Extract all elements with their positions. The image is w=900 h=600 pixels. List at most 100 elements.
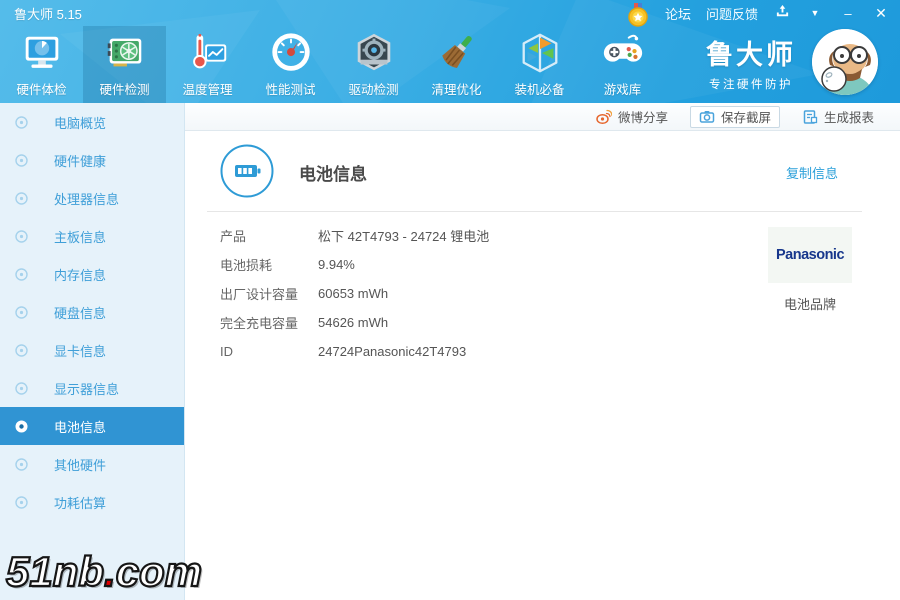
radio-bullet-icon bbox=[15, 305, 28, 319]
sidebar: 电脑概览 硬件健康 处理器信息 主板信息 内存信息 硬盘信息 显卡信息 显示器信… bbox=[0, 103, 185, 600]
generate-report-button[interactable]: 生成报表 bbox=[794, 106, 882, 128]
close-button[interactable]: ✕ bbox=[872, 5, 890, 22]
sidebar-item-processor[interactable]: 处理器信息 bbox=[0, 179, 184, 217]
sidebar-item-label: 内存信息 bbox=[54, 267, 107, 283]
tab-label: 驱动检测 bbox=[348, 83, 399, 97]
app-window: 鲁大师 5.15 论坛 问题反馈 ▼ – ✕ 硬件体检 硬件检测 温度管理 性能… bbox=[0, 0, 900, 600]
battery-brand-caption: 电池品牌 bbox=[783, 297, 836, 312]
sidebar-item-other-hardware[interactable]: 其他硬件 bbox=[0, 445, 184, 483]
table-row: 完全充电容量 54626 mWh bbox=[220, 308, 489, 337]
sidebar-item-computer-overview[interactable]: 电脑概览 bbox=[0, 103, 184, 141]
battery-brand-logo: Panasonic bbox=[768, 227, 852, 283]
radio-bullet-icon-active bbox=[15, 420, 28, 433]
titlebar: 鲁大师 5.15 论坛 问题反馈 ▼ – ✕ bbox=[0, 0, 900, 27]
row-label: 完全充电容量 bbox=[220, 316, 299, 331]
tab-driver[interactable]: 驱动检测 bbox=[332, 26, 415, 103]
radio-bullet-icon bbox=[15, 343, 28, 357]
sidebar-item-label: 电脑概览 bbox=[54, 115, 107, 131]
tab-label: 硬件检测 bbox=[99, 83, 150, 97]
sidebar-item-hardware-health[interactable]: 硬件健康 bbox=[0, 141, 184, 179]
tab-hardware-checkup[interactable]: 硬件体检 bbox=[0, 26, 83, 103]
minimize-button[interactable]: – bbox=[839, 6, 857, 21]
share-upload-icon[interactable] bbox=[773, 4, 791, 22]
radio-bullet-icon bbox=[15, 115, 28, 129]
medal-icon[interactable] bbox=[626, 3, 650, 27]
menu-caret-icon[interactable]: ▼ bbox=[806, 8, 824, 18]
radio-bullet-icon bbox=[15, 495, 28, 509]
sidebar-item-battery[interactable]: 电池信息 bbox=[0, 407, 184, 445]
section-title: 电池信息 bbox=[299, 165, 367, 184]
gamepad-icon bbox=[600, 30, 646, 76]
brush-icon bbox=[434, 30, 480, 76]
forum-link[interactable]: 论坛 bbox=[665, 4, 691, 23]
tab-label: 清理优化 bbox=[431, 83, 482, 97]
save-screenshot-label: 保存截屏 bbox=[720, 111, 771, 125]
monitor-radar-icon bbox=[19, 30, 65, 76]
gauge-icon bbox=[268, 30, 314, 76]
sidebar-item-label: 功耗估算 bbox=[54, 495, 107, 511]
camera-icon bbox=[699, 109, 715, 125]
thermometer-chart-icon bbox=[185, 30, 231, 76]
battery-info-panel: 电池信息 复制信息 产品 松下 42T4793 - 24724 锂电池 电池损耗… bbox=[185, 131, 900, 600]
main-tabs: 硬件体检 硬件检测 温度管理 性能测试 驱动检测 清理优化 装机必备 游戏库 bbox=[0, 26, 664, 103]
sidebar-item-gpu[interactable]: 显卡信息 bbox=[0, 331, 184, 369]
sidebar-item-label: 电池信息 bbox=[54, 419, 107, 435]
tab-label: 温度管理 bbox=[182, 83, 233, 97]
tab-label: 性能测试 bbox=[265, 83, 316, 97]
tab-cleanup[interactable]: 清理优化 bbox=[415, 26, 498, 103]
tab-label: 游戏库 bbox=[603, 83, 642, 97]
copy-info-link[interactable]: 复制信息 bbox=[786, 163, 838, 182]
watermark-dot: . bbox=[103, 547, 117, 596]
battery-info-table: 产品 松下 42T4793 - 24724 锂电池 电池损耗 9.94% 出厂设… bbox=[220, 221, 489, 366]
mascot-avatar[interactable] bbox=[812, 29, 878, 95]
table-row: 产品 松下 42T4793 - 24724 锂电池 bbox=[220, 221, 489, 250]
radio-bullet-icon bbox=[15, 191, 28, 205]
row-label: 电池损耗 bbox=[220, 258, 273, 273]
sidebar-item-label: 主板信息 bbox=[54, 229, 107, 245]
radio-bullet-icon bbox=[15, 267, 28, 281]
sidebar-item-label: 其他硬件 bbox=[54, 457, 107, 473]
sidebar-item-power-estimate[interactable]: 功耗估算 bbox=[0, 483, 184, 521]
tab-label: 硬件体检 bbox=[16, 83, 67, 97]
row-label: 产品 bbox=[220, 229, 247, 244]
row-value: 松下 42T4793 - 24724 锂电池 bbox=[318, 229, 490, 244]
app-header: 鲁大师 5.15 论坛 问题反馈 ▼ – ✕ 硬件体检 硬件检测 温度管理 性能… bbox=[0, 0, 900, 103]
table-row: ID 24724Panasonic42T4793 bbox=[220, 337, 489, 366]
table-row: 电池损耗 9.94% bbox=[220, 250, 489, 279]
weibo-share-label: 微博分享 bbox=[617, 111, 668, 125]
weibo-share-button[interactable]: 微博分享 bbox=[588, 106, 676, 128]
radio-bullet-icon bbox=[15, 229, 28, 243]
tab-game-library[interactable]: 游戏库 bbox=[581, 26, 664, 103]
sidebar-item-monitor[interactable]: 显示器信息 bbox=[0, 369, 184, 407]
radio-bullet-icon bbox=[15, 153, 28, 167]
sidebar-item-motherboard[interactable]: 主板信息 bbox=[0, 217, 184, 255]
feedback-link[interactable]: 问题反馈 bbox=[706, 4, 758, 23]
radio-bullet-icon bbox=[15, 457, 28, 471]
sidebar-item-label: 处理器信息 bbox=[54, 191, 120, 207]
table-row: 出厂设计容量 60653 mWh bbox=[220, 279, 489, 308]
row-label: ID bbox=[220, 344, 233, 359]
sidebar-item-label: 显示器信息 bbox=[54, 381, 120, 397]
brand-slogan: 专注硬件防护 bbox=[709, 79, 793, 91]
row-value: 9.94% bbox=[318, 257, 355, 272]
tab-label: 装机必备 bbox=[514, 83, 565, 97]
save-screenshot-button[interactable]: 保存截屏 bbox=[689, 105, 780, 128]
sidebar-item-label: 硬盘信息 bbox=[54, 305, 107, 321]
section-divider bbox=[207, 211, 862, 212]
brand-name: 鲁大师 bbox=[706, 40, 796, 70]
tab-software-bundle[interactable]: 装机必备 bbox=[498, 26, 581, 103]
driver-gear-icon bbox=[351, 30, 397, 76]
generate-report-label: 生成报表 bbox=[823, 111, 874, 125]
tab-hardware-detect[interactable]: 硬件检测 bbox=[83, 26, 166, 103]
tab-temperature[interactable]: 温度管理 bbox=[166, 26, 249, 103]
sidebar-item-harddisk[interactable]: 硬盘信息 bbox=[0, 293, 184, 331]
gpu-card-icon bbox=[102, 30, 148, 76]
row-label: 出厂设计容量 bbox=[220, 287, 299, 302]
cube-icon bbox=[517, 30, 563, 76]
radio-bullet-icon bbox=[15, 381, 28, 395]
sidebar-item-memory[interactable]: 内存信息 bbox=[0, 255, 184, 293]
report-icon bbox=[802, 109, 818, 125]
panasonic-logo-text: Panasonic bbox=[775, 247, 845, 263]
secondary-toolbar: 微博分享 保存截屏 生成报表 bbox=[185, 103, 900, 131]
tab-performance[interactable]: 性能测试 bbox=[249, 26, 332, 103]
